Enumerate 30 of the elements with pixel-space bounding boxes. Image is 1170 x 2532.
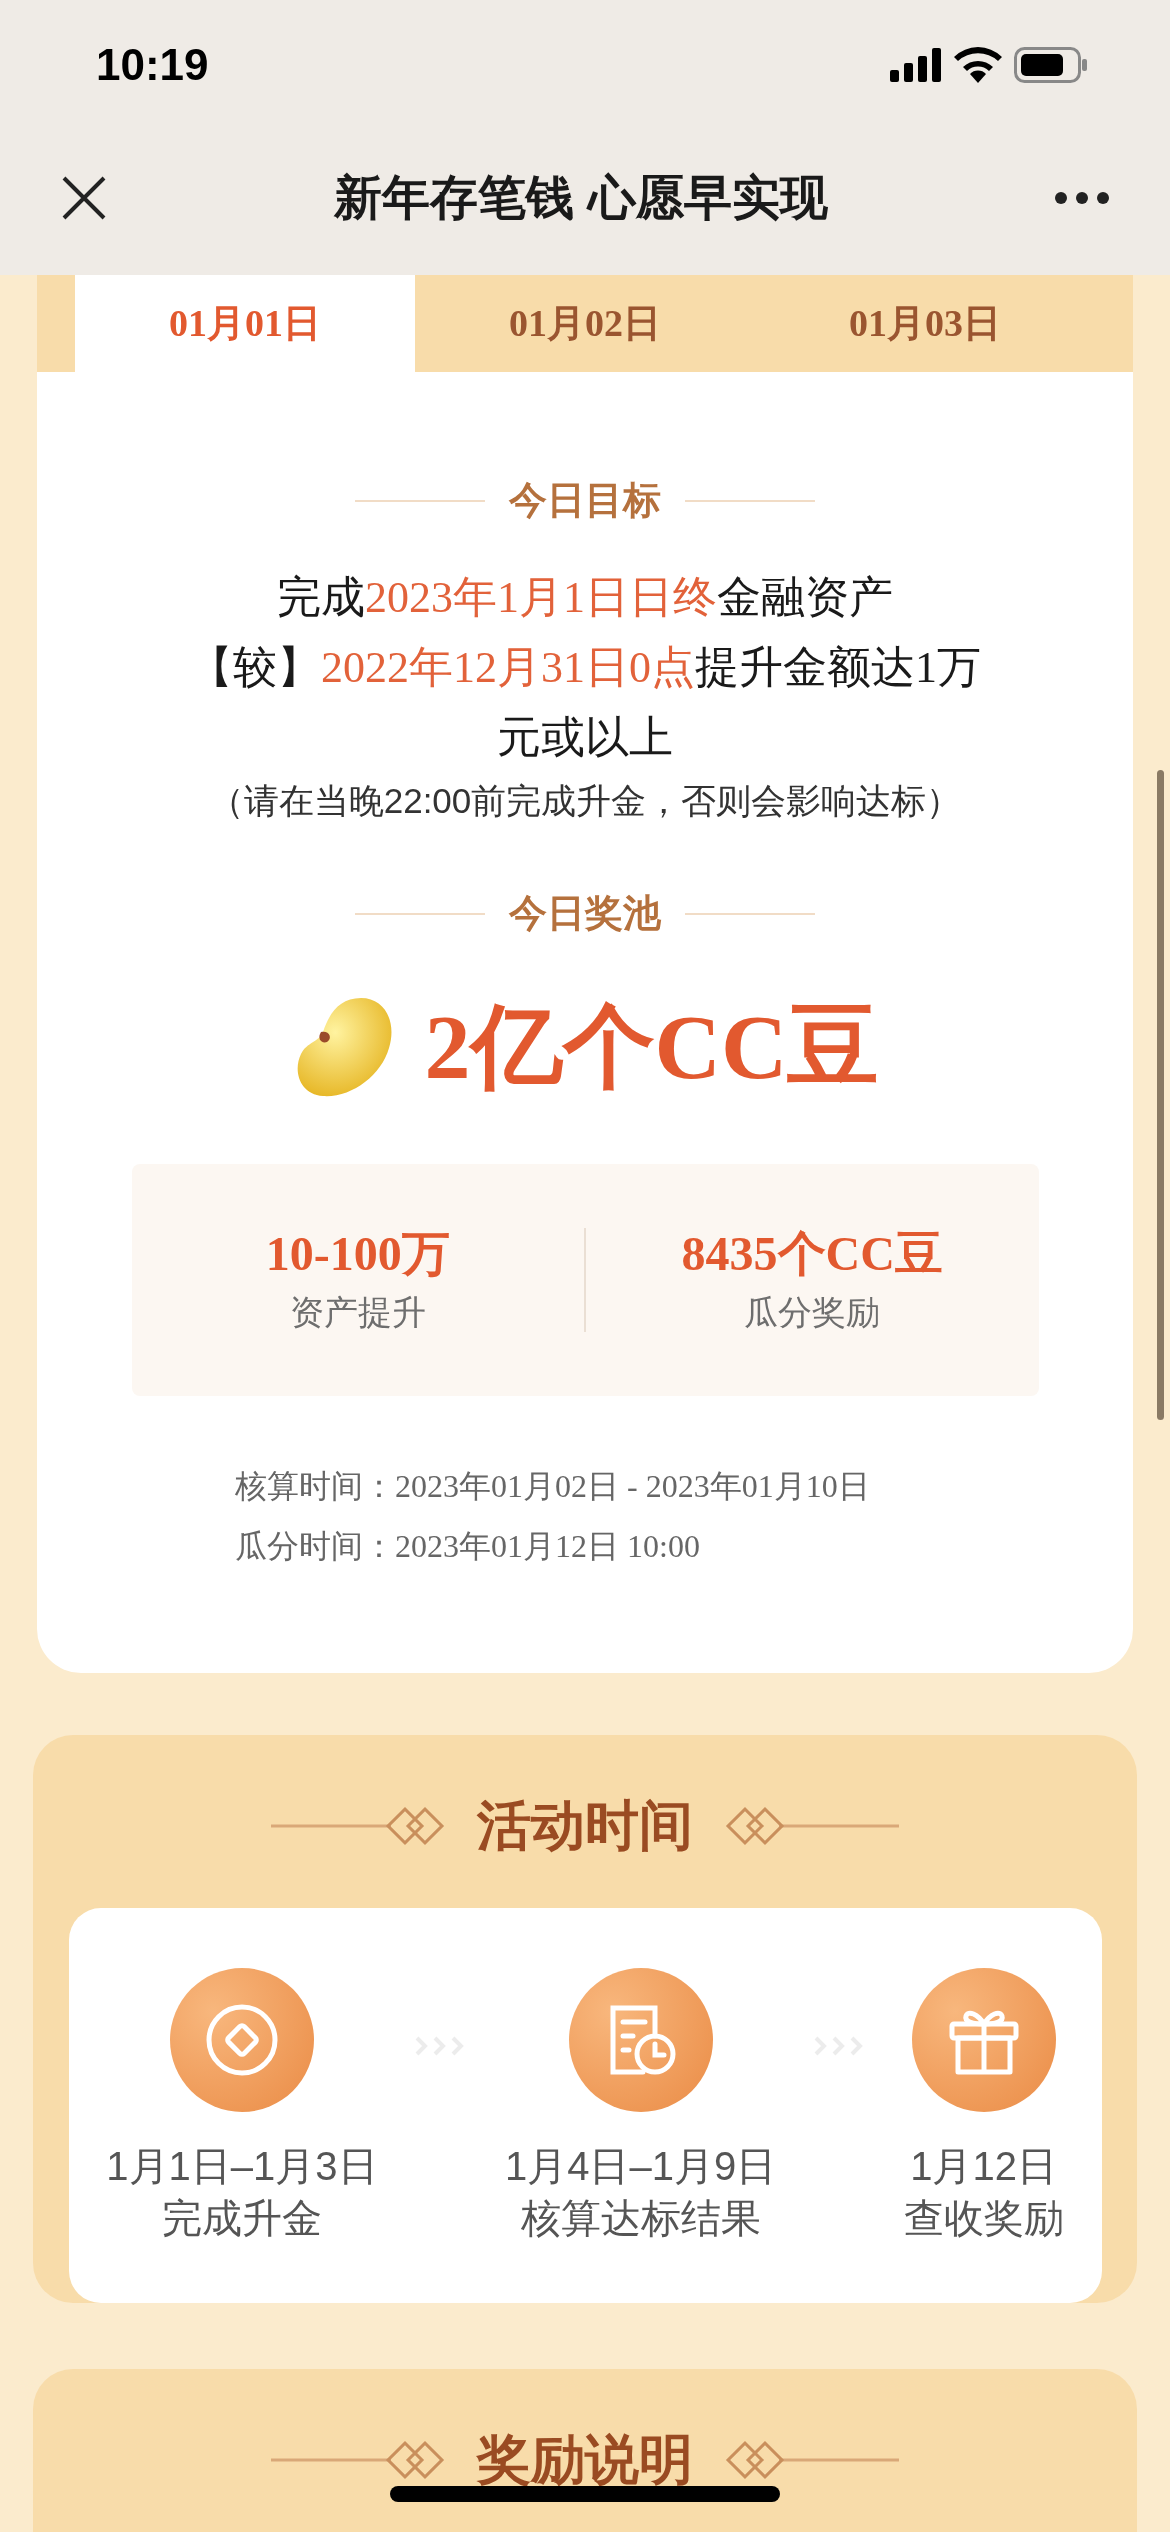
step-label: 完成升金 (161, 2194, 322, 2242)
section-heading: 今日奖池 (509, 891, 661, 936)
step-date: 1月1日–1月3日 (106, 2142, 378, 2190)
date-tab[interactable]: 01月02日 (415, 275, 755, 372)
stat-value: 8435个CC豆 (681, 1226, 943, 1282)
note-text: （请在当晚22:00前完成升金，否则会影响达标） (208, 780, 962, 822)
pool-amount: 2亿个CC豆 (424, 995, 880, 1100)
signal-icon (890, 48, 942, 82)
battery-icon (1014, 47, 1088, 83)
time-text: 核算时间：2023年01月02日 - 2023年01月10日 (235, 1467, 871, 1506)
step-date: 1月12日 (910, 2142, 1057, 2190)
step-date: 1月4日–1月9日 (505, 2142, 777, 2190)
date-tab[interactable]: 01月03日 (755, 275, 1095, 372)
date-tab[interactable]: 01月01日 (75, 275, 415, 372)
step-label: 查收奖励 (903, 2194, 1064, 2242)
stat-label: 瓜分奖励 (744, 1292, 881, 1333)
step-label: 核算达标结果 (520, 2194, 761, 2242)
time-text: 瓜分时间：2023年01月12日 10:00 (235, 1527, 701, 1566)
section-heading: 今日目标 (509, 478, 661, 523)
goal-text: 元或以上 (497, 712, 673, 764)
stat-value: 10-100万 (265, 1226, 450, 1282)
wifi-icon (954, 47, 1002, 83)
stat-label: 资产提升 (289, 1292, 426, 1333)
window-title: 新年存笔钱 心愿早实现 (334, 169, 828, 226)
status-time: 10:19 (96, 39, 209, 91)
more-icon[interactable] (1054, 190, 1110, 205)
section-title: 奖励说明 (477, 2428, 693, 2491)
goal-text: 完成2023年1月1日日终金融资产 (277, 572, 893, 624)
section-title: 活动时间 (477, 1794, 693, 1857)
goal-text: 【较】2022年12月31日0点提升金额达1万 (189, 642, 981, 694)
